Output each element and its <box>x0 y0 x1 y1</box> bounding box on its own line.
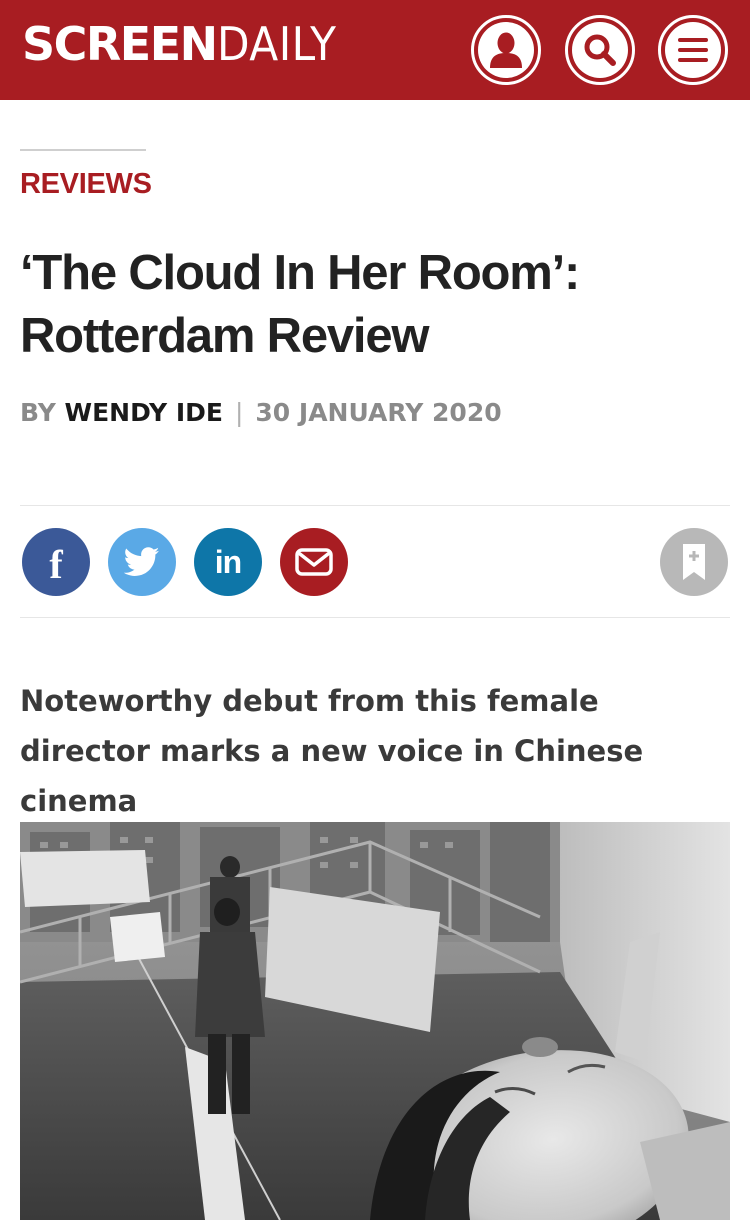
section-label[interactable]: REVIEWS <box>20 168 152 201</box>
bookmark-icon <box>683 544 705 580</box>
logo-daily-text: DAILY <box>216 17 337 71</box>
article-byline: BY WENDY IDE | 30 JANUARY 2020 <box>20 398 502 427</box>
rooftop-photo <box>20 822 730 1220</box>
share-email-button[interactable] <box>280 528 348 596</box>
menu-button[interactable] <box>658 15 728 85</box>
article-hero-image[interactable] <box>20 822 730 1220</box>
share-linkedin-button[interactable]: in <box>194 528 262 596</box>
site-logo[interactable]: SCREEN DAILY <box>22 18 346 70</box>
byline-prefix: BY <box>20 398 56 427</box>
facebook-icon: f <box>49 542 63 587</box>
publish-date: 30 JANUARY 2020 <box>255 398 502 427</box>
section-divider <box>20 149 146 151</box>
user-icon <box>478 22 534 78</box>
logo-screen-text: SCREEN <box>22 17 218 71</box>
menu-icon <box>665 22 721 78</box>
share-divider-bottom <box>20 617 730 618</box>
article-standfirst: Noteworthy debut from this female direct… <box>20 684 644 818</box>
article-headline: ‘The Cloud In Her Room’: Rotterdam Revie… <box>20 246 580 363</box>
search-button[interactable] <box>565 15 635 85</box>
email-icon <box>295 548 333 576</box>
author-link[interactable]: WENDY IDE <box>65 398 223 427</box>
twitter-icon <box>124 547 160 576</box>
bookmark-button[interactable] <box>660 528 728 596</box>
share-facebook-button[interactable]: f <box>22 528 90 596</box>
share-divider-top <box>20 505 730 506</box>
linkedin-icon: in <box>214 544 242 580</box>
share-twitter-button[interactable] <box>108 528 176 596</box>
search-icon <box>572 22 628 78</box>
site-header: SCREEN DAILY <box>0 0 750 100</box>
account-button[interactable] <box>471 15 541 85</box>
byline-separator: | <box>234 398 244 427</box>
